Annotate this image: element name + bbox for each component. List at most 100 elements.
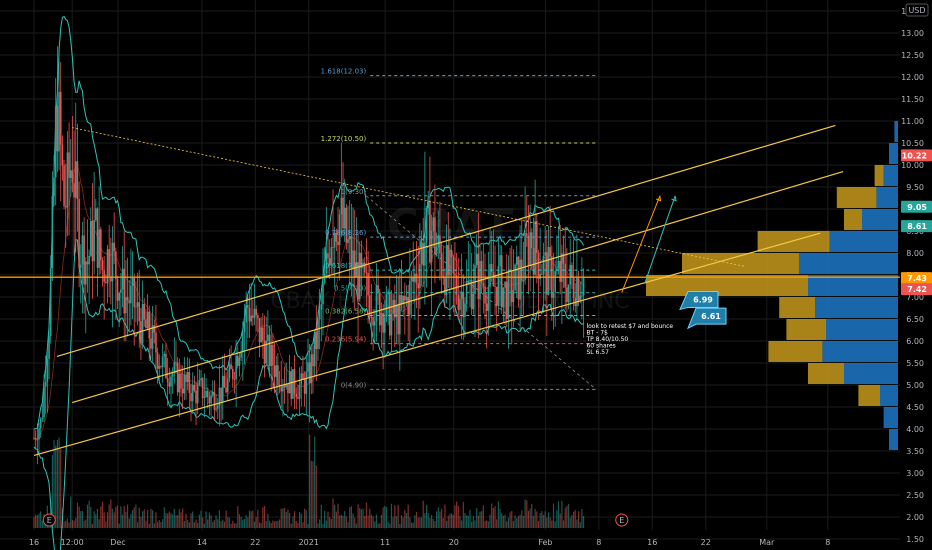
volume-bar [100,506,102,528]
volume-bar [250,511,252,528]
volume-bar [248,510,251,528]
candle-body [394,299,396,318]
volume-bar [143,509,145,528]
volume-bar [569,517,571,528]
volume-bar [375,514,378,528]
candle-body [221,375,224,402]
volume-bar [507,517,510,528]
volume-bar [148,523,150,528]
volume-bar [471,522,473,528]
currency-box[interactable]: USD [905,3,929,17]
candle-body [577,277,580,301]
volume-bar [111,508,114,528]
volume-bar [516,518,518,528]
volume-bar [454,505,456,528]
candle-body [188,372,191,394]
candle-body [33,437,35,439]
volume-bar [415,511,418,528]
volume-bar [536,511,538,528]
volume-bar [300,513,302,528]
volume-bar [275,520,277,528]
volume-bar [362,508,364,528]
volume-bar [517,515,520,528]
candle-body [557,260,560,269]
candle-body [228,364,231,379]
candle-body [233,379,236,380]
volume-bar [577,511,580,528]
volume-bar [177,515,179,528]
candle-body [564,263,567,288]
volume-profile-up-bar [822,341,898,362]
candle-body [459,298,461,310]
volume-bar [315,465,317,528]
volume-bar [469,510,471,528]
candle-body [63,165,65,207]
candle-body [180,373,182,389]
volume-bar [380,514,383,528]
volume-bar [320,504,322,528]
volume-bar [255,517,257,528]
candle-body [240,352,242,358]
volume-bar [215,515,217,528]
volume-bar [489,514,491,528]
candle-body [143,303,146,320]
candle-body [262,327,264,341]
volume-bar [277,520,279,528]
volume-profile-up-bar [829,231,898,252]
candle-body [138,302,141,322]
candle-body [61,144,64,166]
candle-body [524,233,526,281]
candle-body [298,384,301,399]
volume-bar [98,519,100,528]
volume-bar [529,508,531,528]
volume-bar [93,511,95,528]
time-axis-tick-label: 22 [250,538,260,547]
candle-body [569,264,572,285]
volume-bar [228,517,231,528]
candle-body [105,282,107,284]
candle-body [308,362,311,384]
price-axis-tick-label: 12.50 [901,51,924,60]
volume-bar [38,513,40,528]
candle-body [404,296,406,301]
candle-body [470,279,473,310]
candle-body [128,300,131,304]
price-axis-tick-label: 6.00 [906,337,924,346]
candle-body [424,242,426,266]
price-tag-label: 8.61 [907,222,927,231]
candle-body [434,217,436,255]
volume-bar [247,517,249,528]
candle-body [527,235,530,267]
candle-body [547,247,550,295]
volume-bar [377,523,379,528]
candle-body [113,242,115,252]
volume-bar [86,504,89,528]
candle-body [385,294,388,317]
volume-bar [354,517,356,528]
volume-bar [123,506,125,528]
candle-body [490,264,493,272]
candle-body [474,264,476,295]
candle-body [273,365,276,377]
candle-body [272,344,274,366]
candle-body [499,255,501,267]
candle-body [223,375,226,388]
volume-bar [210,515,212,528]
volume-bar [118,523,120,528]
price-axis-tick-label: 3.00 [906,469,924,478]
volume-bar [579,521,581,528]
price-chart[interactable]: CBAT CBAK ENERGY TECHNOLOGY INC 1.618(12… [0,0,932,550]
volume-bar [278,519,281,528]
candle-body [238,357,241,366]
volume-bar [509,512,511,528]
volume-bar [288,512,291,528]
volume-bar [66,518,69,528]
volume-bar [511,510,513,528]
volume-bar [491,503,493,528]
volume-bar [222,519,224,528]
candle-body [210,395,212,404]
candle-body [542,255,545,275]
time-axis-tick-label: Feb [538,538,552,547]
volume-bar [185,513,187,528]
volume-bar [477,515,479,528]
